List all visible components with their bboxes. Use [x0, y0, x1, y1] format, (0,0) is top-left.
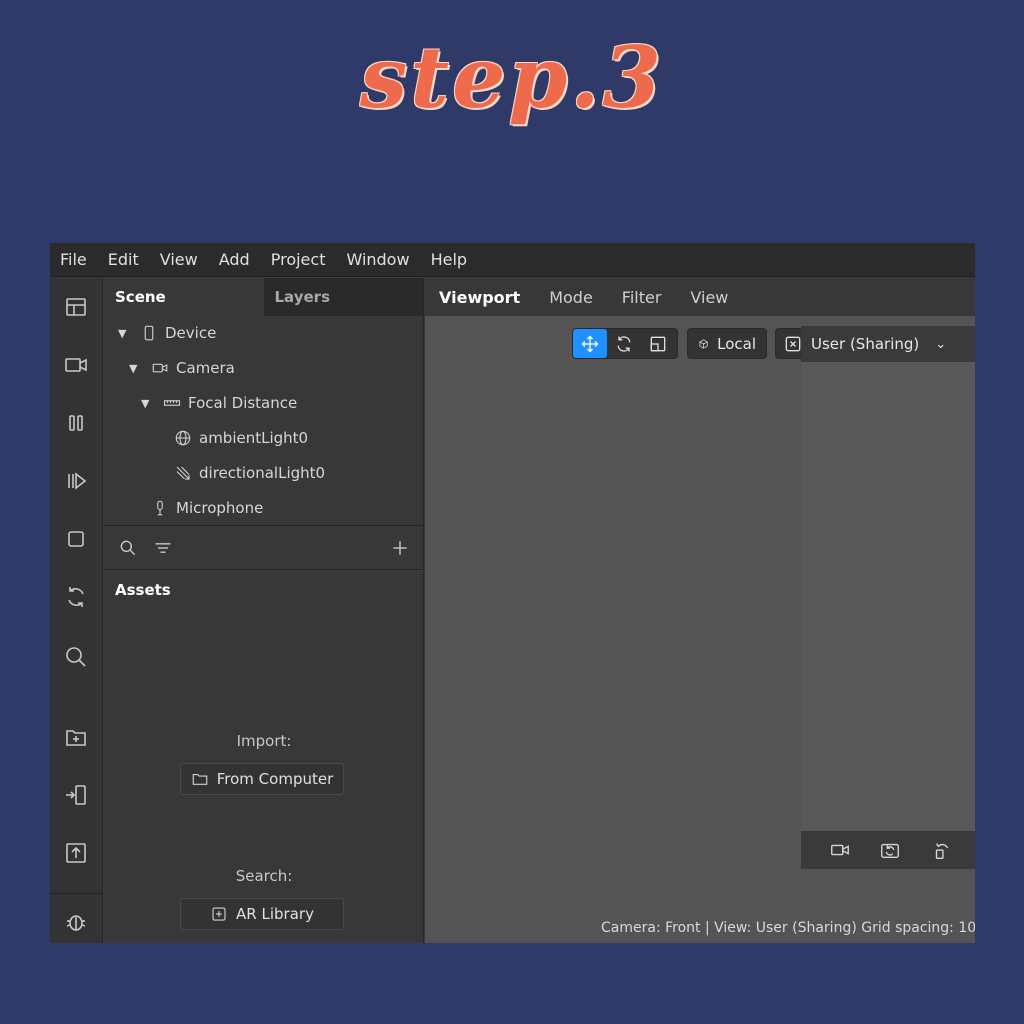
local-label: Local [717, 334, 756, 353]
layout-icon[interactable] [59, 290, 93, 324]
bug-icon[interactable] [59, 904, 93, 938]
view-selector-label: User (Sharing) [811, 335, 920, 353]
directional-light-icon [176, 466, 190, 480]
camera-icon [152, 363, 168, 373]
step-heading: step.3 [360, 28, 664, 127]
add-box-icon [212, 907, 226, 921]
ar-library-button[interactable]: AR Library [180, 898, 344, 930]
toolstrip-divider [50, 893, 103, 894]
rotate-tool-button[interactable] [607, 329, 641, 358]
globe-icon [175, 430, 191, 446]
folder-icon [192, 773, 208, 785]
chevron-down-icon: ⌄ [935, 336, 947, 352]
stop-square-icon[interactable] [59, 522, 93, 556]
tree-item-label: Focal Distance [188, 394, 298, 412]
scene-panel-tabs: Scene Layers [104, 278, 423, 316]
ruler-icon [163, 400, 181, 406]
menu-help[interactable]: Help [431, 250, 467, 269]
video-camera-icon[interactable] [829, 839, 853, 863]
ar-studio-window: File Edit View Add Project Window Help S… [50, 243, 975, 943]
tree-item-label: Device [165, 324, 217, 342]
move-arrows-icon [581, 335, 599, 352]
expand-caret-icon[interactable]: ▼ [141, 397, 155, 410]
tab-view[interactable]: View [690, 288, 728, 307]
search-icon[interactable] [118, 538, 140, 560]
menu-file[interactable]: File [60, 250, 87, 269]
search-label: Search: [235, 867, 293, 885]
view-selector-dropdown[interactable]: User (Sharing) ⌄ [801, 326, 975, 362]
viewport-status-bar: Camera: Front | View: User (Sharing) Gri… [601, 920, 975, 936]
tree-item-label: Camera [176, 359, 235, 377]
tree-item-directional-light[interactable]: directionalLight0 [174, 461, 325, 485]
tree-item-label: ambientLight0 [199, 429, 309, 447]
tab-viewport[interactable]: Viewport [439, 288, 520, 307]
tree-item-camera[interactable]: ▼ Camera [129, 356, 235, 380]
scene-toolbar [104, 525, 424, 570]
tab-scene[interactable]: Scene [104, 278, 264, 316]
phone-icon [144, 325, 154, 341]
local-space-button[interactable]: Local [687, 328, 767, 359]
from-computer-button[interactable]: From Computer [180, 763, 344, 795]
tree-item-ambient-light[interactable]: ambientLight0 [174, 426, 308, 450]
scale-icon [650, 336, 666, 351]
video-camera-icon[interactable] [59, 348, 93, 382]
assets-title: Assets [115, 581, 171, 599]
send-to-device-icon[interactable] [59, 778, 93, 812]
tree-item-microphone[interactable]: Microphone [151, 496, 263, 520]
from-computer-label: From Computer [216, 770, 334, 788]
tab-layers[interactable]: Layers [263, 278, 423, 316]
user-sharing-view[interactable]: User (Sharing) ⌄ [801, 326, 975, 869]
tree-item-label: directionalLight0 [199, 464, 326, 482]
rotate-icon [617, 335, 631, 352]
ar-library-label: AR Library [236, 905, 314, 923]
step-play-icon[interactable] [59, 464, 93, 498]
microphone-icon [157, 500, 163, 516]
transform-tools [572, 328, 678, 359]
viewport-canvas[interactable]: Local User (Sharing) ⌄ Camera: Front | V… [425, 316, 975, 943]
menu-window[interactable]: Window [346, 250, 409, 269]
tab-mode[interactable]: Mode [549, 288, 593, 307]
upload-icon[interactable] [59, 836, 93, 870]
menu-view[interactable]: View [160, 250, 198, 269]
add-icon[interactable] [390, 538, 412, 560]
viewport-tabs: Viewport Mode Filter View [425, 278, 975, 316]
assets-panel: Assets Import: From Computer Search: AR … [104, 571, 424, 943]
add-folder-icon[interactable] [59, 720, 93, 754]
rotate-device-icon[interactable] [931, 839, 955, 863]
scene-panel: Scene Layers ▼ Device ▼ Camera ▼ Focal D… [104, 278, 424, 525]
filter-icon[interactable] [153, 538, 175, 560]
tree-item-device[interactable]: ▼ Device [118, 321, 216, 345]
menu-edit[interactable]: Edit [108, 250, 139, 269]
menu-project[interactable]: Project [271, 250, 326, 269]
move-tool-button[interactable] [573, 329, 607, 358]
scale-tool-button[interactable] [641, 329, 675, 358]
tool-strip [50, 278, 103, 943]
tree-item-label: Microphone [176, 499, 264, 517]
pause-icon[interactable] [59, 406, 93, 440]
menu-bar: File Edit View Add Project Window Help [50, 243, 975, 277]
tree-item-focal-distance[interactable]: ▼ Focal Distance [141, 391, 297, 415]
tab-filter[interactable]: Filter [622, 288, 662, 307]
expand-caret-icon[interactable]: ▼ [118, 327, 132, 340]
cube-icon [699, 338, 708, 349]
search-icon[interactable] [59, 640, 93, 674]
import-label: Import: [236, 732, 292, 750]
user-view-toolbar [801, 831, 975, 869]
menu-add[interactable]: Add [219, 250, 250, 269]
expand-caret-icon[interactable]: ▼ [129, 362, 143, 375]
switch-camera-icon[interactable] [879, 839, 903, 863]
refresh-icon[interactable] [59, 580, 93, 614]
